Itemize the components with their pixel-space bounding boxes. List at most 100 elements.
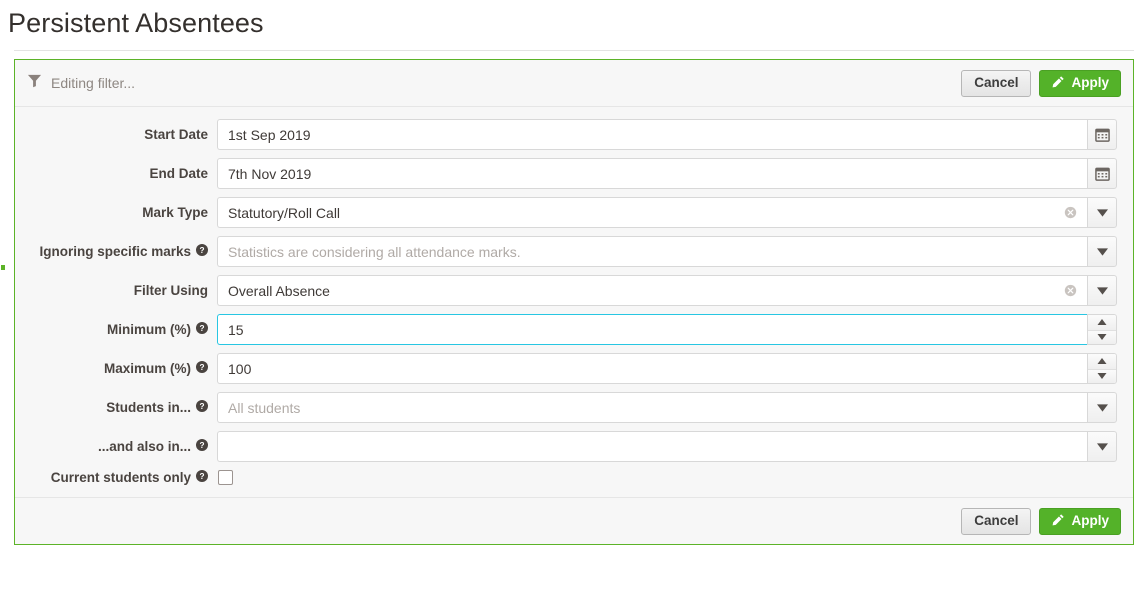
form-row: End Date 7th Nov 2019 [15, 158, 1133, 189]
stepper-up-icon[interactable] [1088, 315, 1116, 330]
calendar-icon[interactable] [1087, 158, 1117, 189]
field-control [217, 470, 1117, 485]
field-label: Start Date [15, 128, 217, 142]
select-input[interactable]: All students [217, 392, 1087, 423]
form-row: Maximum (%)? 100 [15, 353, 1133, 384]
field-value-text: All students [228, 399, 301, 416]
field-label: ...and also in...? [15, 439, 217, 454]
chevron-down-icon[interactable] [1087, 275, 1117, 306]
number-stepper [1087, 353, 1117, 384]
filter-panel-header: Editing filter... Cancel Apply [15, 60, 1133, 107]
svg-text:?: ? [199, 472, 204, 481]
field-label: Filter Using [15, 284, 217, 298]
field-label-text: Minimum (%) [107, 321, 191, 337]
stepper-down-icon[interactable] [1088, 368, 1116, 383]
field-value-text: 100 [228, 360, 252, 377]
panel-edge-marker [1, 265, 5, 270]
help-icon[interactable]: ? [196, 361, 208, 376]
field-label-text: Current students only [50, 469, 191, 485]
chevron-down-icon[interactable] [1087, 392, 1117, 423]
field-control: 1st Sep 2019 [217, 119, 1117, 150]
field-label: Students in...? [15, 400, 217, 415]
number-input[interactable]: 100 [217, 353, 1087, 384]
persistent-absentees-page: Persistent Absentees Editing filter... C… [0, 0, 1144, 595]
apply-button-footer[interactable]: Apply [1039, 507, 1121, 535]
field-label-text: Maximum (%) [103, 360, 191, 376]
select-input[interactable] [217, 431, 1087, 462]
apply-button-footer-label: Apply [1071, 513, 1109, 529]
field-label: End Date [15, 167, 217, 181]
filter-form: Start Date 1st Sep 2019 End Date 7th Nov 20… [15, 107, 1133, 497]
chevron-down-icon[interactable] [1087, 236, 1117, 267]
field-label-text: ...and also in... [97, 438, 191, 454]
stepper-down-icon[interactable] [1088, 329, 1116, 344]
svg-text:?: ? [199, 402, 204, 411]
apply-button-header[interactable]: Apply [1039, 69, 1121, 97]
cancel-button-header[interactable]: Cancel [961, 69, 1032, 97]
help-icon[interactable]: ? [196, 322, 208, 337]
current-students-only-checkbox[interactable] [218, 470, 233, 485]
select-input[interactable]: Statutory/Roll Call [217, 197, 1087, 228]
form-row: Minimum (%)? 15 [15, 314, 1133, 345]
help-icon[interactable]: ? [196, 400, 208, 415]
field-control: 15 [217, 314, 1117, 345]
svg-text:?: ? [199, 246, 204, 255]
field-value-text: 1st Sep 2019 [228, 126, 311, 143]
field-value-text: Overall Absence [228, 282, 330, 299]
field-label-text: Mark Type [142, 204, 208, 220]
svg-text:?: ? [199, 363, 204, 372]
clear-icon[interactable] [1064, 206, 1077, 219]
form-row: Students in...? All students [15, 392, 1133, 423]
date-input[interactable]: 1st Sep 2019 [217, 119, 1087, 150]
pencil-icon [1051, 75, 1065, 92]
footer-button-row: Cancel Apply [961, 507, 1121, 535]
form-row: Start Date 1st Sep 2019 [15, 119, 1133, 150]
select-input[interactable]: Overall Absence [217, 275, 1087, 306]
calendar-icon[interactable] [1087, 119, 1117, 150]
filter-panel-footer: Cancel Apply [15, 497, 1133, 544]
svg-text:?: ? [199, 441, 204, 450]
field-label-text: Students in... [106, 399, 191, 415]
form-row: Mark Type Statutory/Roll Call [15, 197, 1133, 228]
clear-icon[interactable] [1064, 284, 1077, 297]
field-label-text: Ignoring specific marks [39, 243, 191, 259]
field-label: Mark Type [15, 206, 217, 220]
chevron-down-icon[interactable] [1087, 431, 1117, 462]
chevron-down-icon[interactable] [1087, 197, 1117, 228]
filter-status: Editing filter... [27, 73, 135, 93]
date-input[interactable]: 7th Nov 2019 [217, 158, 1087, 189]
apply-button-header-label: Apply [1071, 75, 1109, 91]
form-row: Ignoring specific marks? Statistics are c… [15, 236, 1133, 267]
field-control: All students [217, 392, 1117, 423]
field-label-text: Filter Using [133, 282, 208, 298]
field-label: Current students only? [15, 470, 217, 485]
field-value-text: Statutory/Roll Call [228, 204, 341, 221]
cancel-button-footer[interactable]: Cancel [961, 507, 1032, 535]
number-input[interactable]: 15 [217, 314, 1087, 345]
field-value-text: 7th Nov 2019 [228, 165, 312, 182]
page-title: Persistent Absentees [8, 8, 264, 38]
title-divider [14, 50, 1134, 51]
filter-funnel-icon [27, 73, 42, 93]
help-icon[interactable]: ? [196, 439, 208, 454]
field-control: Overall Absence [217, 275, 1117, 306]
editing-filter-label: Editing filter... [51, 75, 136, 91]
help-icon[interactable]: ? [196, 244, 208, 259]
form-row: ...and also in...? [15, 431, 1133, 462]
field-label-text: End Date [149, 165, 208, 181]
field-control: 100 [217, 353, 1117, 384]
header-button-row: Cancel Apply [961, 69, 1121, 97]
form-row: Filter Using Overall Absence [15, 275, 1133, 306]
cancel-button-header-label: Cancel [974, 75, 1019, 91]
field-control: Statutory/Roll Call [217, 197, 1117, 228]
field-control: 7th Nov 2019 [217, 158, 1117, 189]
field-label: Minimum (%)? [15, 322, 217, 337]
svg-text:?: ? [199, 324, 204, 333]
filter-panel: Editing filter... Cancel Apply Start Dat… [1, 59, 1134, 545]
field-label: Ignoring specific marks? [15, 244, 217, 259]
help-icon[interactable]: ? [196, 470, 208, 485]
stepper-up-icon[interactable] [1088, 354, 1116, 369]
select-input[interactable]: Statistics are considering all attendanc… [217, 236, 1087, 267]
pencil-icon [1051, 513, 1065, 530]
form-row: Current students only? [15, 470, 1133, 485]
